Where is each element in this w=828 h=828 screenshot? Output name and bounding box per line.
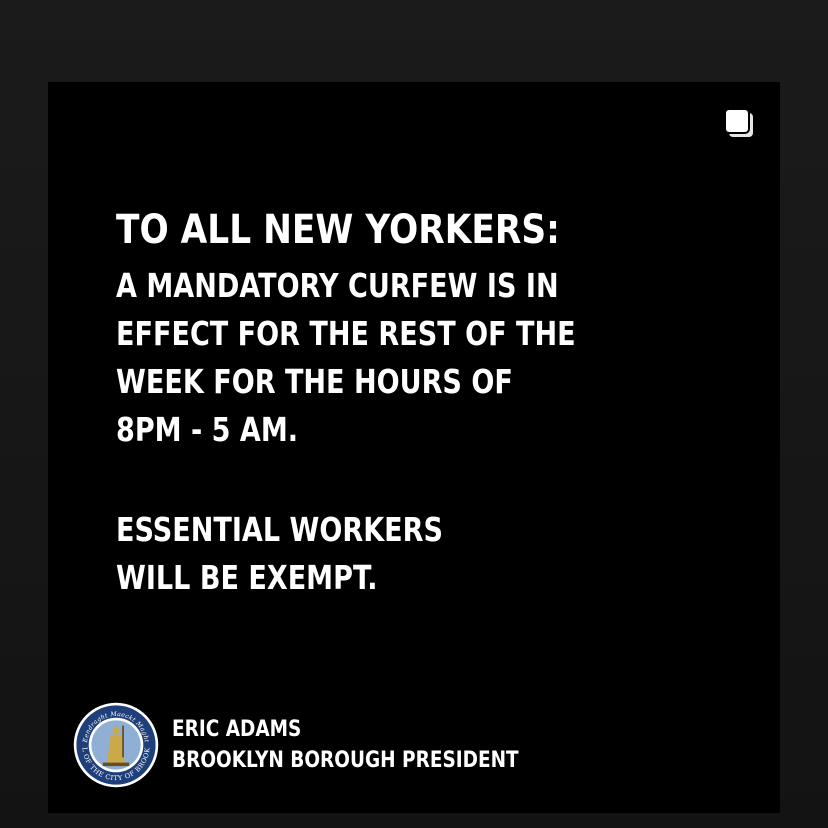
exemption-message: ESSENTIAL WORKERS WILL BE EXEMPT. [116, 506, 443, 602]
exemption-line: WILL BE EXEMPT. [116, 558, 378, 597]
page: TO ALL NEW YORKERS: A MANDATORY CURFEW I… [0, 0, 828, 828]
multiple-images-icon[interactable] [722, 106, 756, 140]
curfew-line: A MANDATORY CURFEW IS IN [116, 266, 559, 305]
exemption-line: ESSENTIAL WORKERS [116, 510, 443, 549]
signer-name: ERIC ADAMS [172, 717, 302, 742]
brooklyn-seal-icon: Eendraght Maeckt Maght SEAL OF THE CITY … [72, 701, 159, 788]
post-image[interactable]: TO ALL NEW YORKERS: A MANDATORY CURFEW I… [48, 82, 780, 813]
curfew-message: A MANDATORY CURFEW IS IN EFFECT FOR THE … [116, 262, 576, 454]
signer-title: BROOKLYN BOROUGH PRESIDENT [172, 748, 519, 773]
signature-block: ERIC ADAMS BROOKLYN BOROUGH PRESIDENT [172, 714, 519, 776]
curfew-line: 8PM - 5 AM. [116, 410, 299, 449]
curfew-line: WEEK FOR THE HOURS OF [116, 362, 513, 401]
headline: TO ALL NEW YORKERS: [116, 207, 560, 253]
curfew-line: EFFECT FOR THE REST OF THE [116, 314, 576, 353]
signature-footer: Eendraght Maeckt Maght SEAL OF THE CITY … [72, 700, 585, 790]
